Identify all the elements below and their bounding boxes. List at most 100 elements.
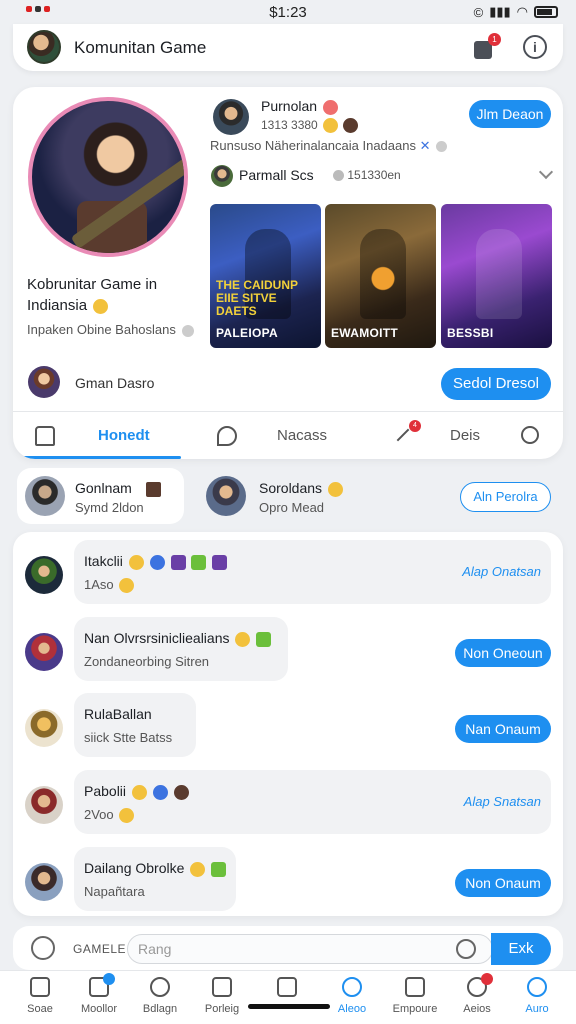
chevron-down-icon[interactable]: [538, 164, 554, 180]
feed-action-button[interactable]: Non Oneoun: [455, 639, 551, 667]
emoji-icon: [149, 554, 165, 570]
feed-action-link[interactable]: Alap Onatsan: [462, 564, 541, 579]
info-icon[interactable]: i: [523, 35, 547, 59]
mic-icon[interactable]: 4: [393, 420, 421, 446]
list-item[interactable]: Nan Olvrsrsinicliealians Zondaneorbing S…: [13, 617, 563, 687]
list-item[interactable]: Pabolii 2Voo Alap Snatsan: [13, 770, 563, 840]
feed-action-link[interactable]: Alap Snatsan: [464, 794, 541, 809]
verified-icon: [436, 141, 448, 153]
follow-button[interactable]: Sedol Dresol: [441, 368, 551, 400]
nav-item-aeios[interactable]: Aeios: [445, 973, 509, 1015]
emoji-icon: [323, 118, 339, 134]
game-tile-caption: EWAMOITT: [331, 326, 399, 340]
emoji-icon: [235, 631, 251, 647]
send-button[interactable]: Exk: [491, 933, 551, 965]
game-tile[interactable]: THE CAIDUNP EIIE SITVE DAETS PALEIOPA: [210, 204, 321, 348]
person-avatar[interactable]: [25, 476, 65, 516]
user-icon: [467, 973, 493, 997]
feed-list: Itakclii 1Aso Alap Onatsan Nan Olvrsrsin…: [13, 532, 563, 916]
feed-subtitle: 1Aso: [84, 577, 135, 594]
emoji-icon: [343, 118, 359, 134]
gallery-icon: [405, 977, 425, 997]
message-bubble: RulaBallan siick Stte Batss: [74, 693, 196, 757]
list-item[interactable]: Itakclii 1Aso Alap Onatsan: [13, 540, 563, 610]
person-avatar[interactable]: [206, 476, 246, 516]
feed-avatar[interactable]: [25, 786, 63, 824]
feed-title: Dailang Obrolke: [84, 860, 227, 877]
nav-item-bdlagn[interactable]: Bdlagn: [128, 977, 192, 1015]
feed-avatar[interactable]: [25, 556, 63, 594]
emoji-icon: [256, 631, 272, 647]
chat-icon: [150, 977, 170, 997]
game-tile[interactable]: EWAMOITT: [325, 204, 436, 348]
post-stats: 151330en: [331, 168, 401, 182]
community-subtitle: Inpaken Obine Bahoslans: [27, 322, 194, 337]
battery-icon: [534, 6, 558, 18]
tab-nacass[interactable]: Nacass: [277, 412, 327, 459]
header-avatar[interactable]: [27, 30, 61, 64]
nav-item-moollor[interactable]: Moollor: [67, 973, 131, 1015]
emoji-icon: [211, 861, 227, 877]
list-item[interactable]: RulaBallan siick Stte Batss Nan Onaum: [13, 693, 563, 763]
feed-subtitle: 2Voo: [84, 807, 135, 824]
wifi-icon: ◠: [516, 4, 528, 19]
member-avatar[interactable]: [28, 366, 60, 398]
bookmark-icon[interactable]: [217, 426, 237, 446]
lock-icon[interactable]: [31, 936, 55, 960]
message-composer: GAMELE Rang Exk: [13, 926, 563, 970]
nav-item-empoure[interactable]: Empoure: [383, 977, 447, 1015]
community-avatar[interactable]: [28, 97, 188, 257]
emoji-picker-icon[interactable]: [456, 939, 476, 959]
feed-action-button[interactable]: Non Onaum: [455, 869, 551, 897]
post-author-name: Parmall Scs: [239, 167, 314, 183]
game-tile-headline: THE CAIDUNP EIIE SITVE DAETS: [216, 278, 298, 318]
emoji-icon: [327, 481, 343, 497]
game-tile[interactable]: BESSBI: [441, 204, 552, 348]
profile-icon: [527, 977, 547, 997]
home-icon[interactable]: [35, 426, 55, 446]
copyright-icon: ©: [473, 4, 484, 20]
community-name: Kobrunitar Game in Indiansia: [27, 276, 158, 314]
feed-avatar[interactable]: [25, 863, 63, 901]
notification-button[interactable]: 1: [471, 33, 501, 63]
feed-action-button[interactable]: Nan Onaum: [455, 715, 551, 743]
nav-item-image[interactable]: [255, 977, 319, 1003]
feed-avatar[interactable]: [25, 709, 63, 747]
list-item[interactable]: Dailang Obrolke Napañtara Non Onaum: [13, 847, 563, 917]
feed-title: Pabolii: [84, 783, 189, 800]
post-author-avatar[interactable]: [211, 165, 233, 187]
app-header: Komunitan Game 1 i: [13, 24, 563, 71]
join-button[interactable]: Jlm Deaon: [469, 100, 551, 128]
emoji-icon: [152, 784, 168, 800]
tab-deis[interactable]: Deis: [450, 412, 480, 459]
poster-name: Purnolan: [261, 98, 338, 115]
verified-icon: [181, 324, 194, 337]
emoji-icon: [191, 554, 207, 570]
add-friend-button[interactable]: Aln Perolra: [460, 482, 551, 512]
bottom-nav: Soae Moollor Bdlagn Porleig Aleoo Empour…: [0, 970, 576, 1024]
user-icon[interactable]: [521, 426, 539, 444]
image-icon: [277, 977, 297, 997]
person-subtitle: Opro Mead: [259, 500, 325, 515]
composer-label: GAMELE: [73, 942, 127, 956]
nav-item-porleig[interactable]: Porleig: [190, 977, 254, 1015]
people-row: Gonlnam Symd 2ldon Soroldans Opro Mead A…: [13, 468, 563, 526]
phone-icon: [89, 973, 115, 997]
nav-item-soae[interactable]: Soae: [8, 977, 72, 1015]
home-indicator[interactable]: [248, 1004, 330, 1009]
person-subtitle: Symd 2ldon: [75, 500, 144, 515]
nav-item-auro[interactable]: Auro: [505, 977, 569, 1015]
game-tile-caption: PALEIOPA: [216, 326, 278, 340]
message-input[interactable]: Rang: [127, 934, 493, 964]
message-bubble: Nan Olvrsrsinicliealians Zondaneorbing S…: [74, 617, 288, 681]
message-bubble: Dailang Obrolke Napañtara: [74, 847, 236, 911]
feed-avatar[interactable]: [25, 633, 63, 671]
tab-honedt[interactable]: Honedt: [98, 412, 150, 459]
poster-avatar[interactable]: [213, 99, 249, 135]
feed-subtitle: siick Stte Batss: [84, 730, 173, 745]
emoji-icon: [173, 784, 189, 800]
notification-badge: 1: [488, 33, 501, 46]
emoji-icon: [119, 808, 135, 824]
nav-item-aleoo[interactable]: Aleoo: [320, 977, 384, 1015]
emoji-icon: [145, 481, 161, 497]
